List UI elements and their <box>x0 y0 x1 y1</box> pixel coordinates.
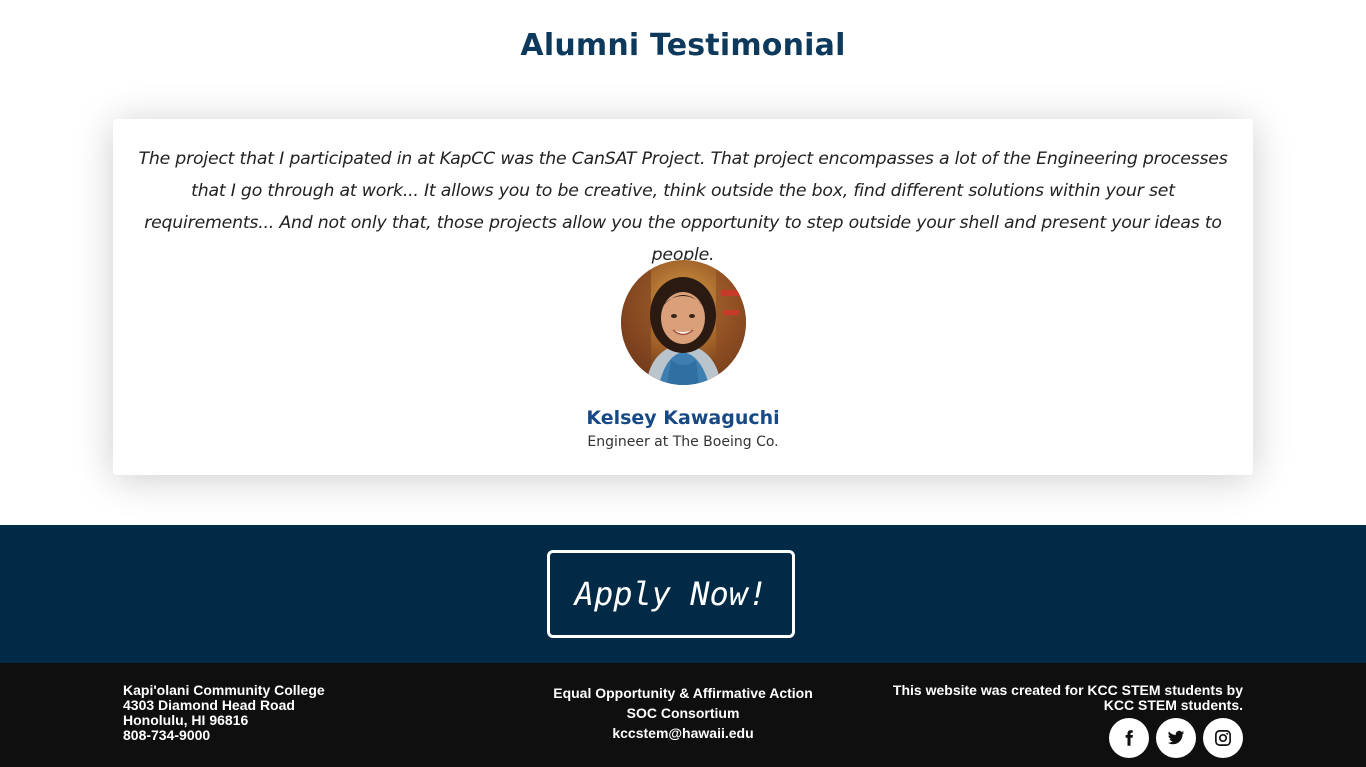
phone-number[interactable]: 808-734-9000 <box>123 728 325 743</box>
college-name: Kapi'olani Community College <box>123 682 325 698</box>
testimonial-quote: The project that I participated in at Ka… <box>138 149 1228 265</box>
soc-link[interactable]: SOC Consortium <box>627 705 740 721</box>
social-links <box>1109 718 1243 758</box>
footer: Kapi'olani Community College 4303 Diamon… <box>0 663 1366 767</box>
twitter-button[interactable] <box>1156 718 1196 758</box>
avatar-photo <box>621 260 746 385</box>
eeo-link[interactable]: Equal Opportunity & Affirmative Action <box>553 685 813 701</box>
instagram-icon <box>1215 730 1231 746</box>
footer-links: Equal Opportunity & Affirmative Action S… <box>523 683 843 743</box>
facebook-icon <box>1125 730 1133 746</box>
footer-credit: This website was created for KCC STEM st… <box>892 682 1243 713</box>
twitter-icon <box>1167 730 1185 745</box>
instagram-button[interactable] <box>1203 718 1243 758</box>
testimonial-role: Engineer at The Boeing Co. <box>587 434 779 450</box>
testimonial-section: Alumni Testimonial The project that I pa… <box>0 0 1366 525</box>
city-address: Honolulu, HI 96816 <box>123 712 249 728</box>
email-link[interactable]: kccstem@hawaii.edu <box>612 725 753 741</box>
avatar <box>621 260 746 385</box>
apply-band: Apply Now! <box>0 525 1366 663</box>
street-address: 4303 Diamond Head Road <box>123 697 295 713</box>
footer-address: Kapi'olani Community College 4303 Diamon… <box>123 683 325 743</box>
testimonial-name: Kelsey Kawaguchi <box>586 407 780 429</box>
testimonial-card: The project that I participated in at Ka… <box>113 119 1253 475</box>
section-heading: Alumni Testimonial <box>520 28 846 63</box>
apply-now-button[interactable]: Apply Now! <box>547 550 795 638</box>
facebook-button[interactable] <box>1109 718 1149 758</box>
